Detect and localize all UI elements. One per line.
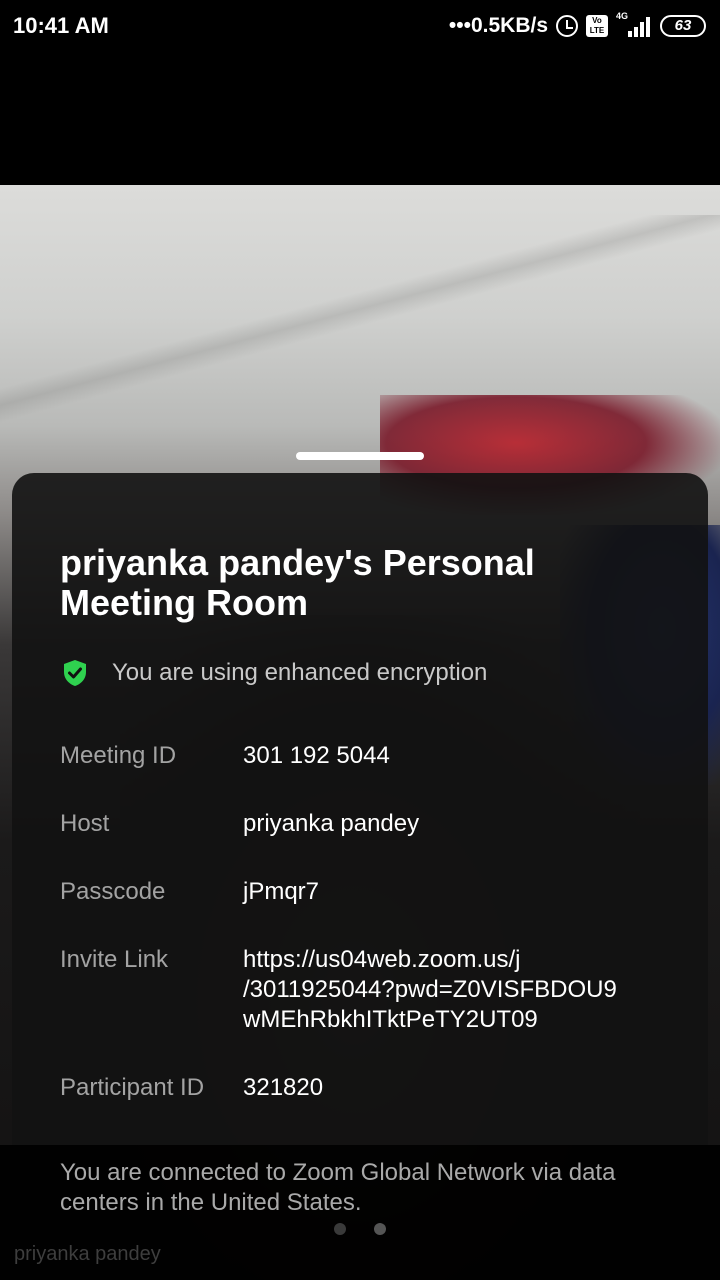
meeting-info-sheet: priyanka pandey's Personal Meeting Room …: [12, 473, 708, 1145]
participant-id-value: 321820: [243, 1074, 324, 1101]
meeting-id-row: Meeting ID 301 192 5044: [60, 741, 390, 771]
passcode-value: jPmqr7: [243, 878, 320, 905]
page-dot-1[interactable]: [334, 1223, 346, 1235]
network-speed: •••0.5KB/s: [448, 14, 548, 37]
host-label: Host: [60, 810, 110, 837]
shield-check-icon: [64, 660, 86, 686]
status-time: 10:41 AM: [13, 13, 109, 38]
alarm-icon: [556, 15, 578, 37]
passcode-label: Passcode: [60, 878, 166, 905]
page-dot-2[interactable]: [374, 1223, 386, 1235]
encryption-text: You are using enhanced encryption: [112, 659, 488, 686]
top-black-area: [0, 52, 720, 185]
status-bar: 10:41 AM •••0.5KB/s Vo LTE 4G 63: [0, 0, 720, 52]
passcode-row: Passcode jPmqr7: [60, 877, 319, 907]
battery-icon: 63: [660, 15, 706, 37]
sheet-drag-handle[interactable]: [296, 452, 424, 460]
status-icons: •••0.5KB/s Vo LTE 4G 63: [448, 11, 706, 40]
invite-link-label: Invite Link: [60, 946, 169, 973]
page-indicator[interactable]: [334, 1223, 386, 1235]
meeting-id-label: Meeting ID: [60, 742, 177, 769]
invite-link-value[interactable]: https://us04web.zoom.us/j /3011925044?pw…: [243, 945, 617, 1035]
signal-4g-icon: 4G: [616, 11, 652, 37]
footer: You are connected to Zoom Global Network…: [0, 1145, 720, 1280]
host-row: Host priyanka pandey: [60, 809, 419, 839]
video-name-label: priyanka pandey: [14, 1243, 161, 1265]
network-info-text: You are connected to Zoom Global Network…: [60, 1159, 616, 1216]
host-value: priyanka pandey: [243, 810, 420, 837]
network-type: 4G: [616, 11, 629, 21]
volte-icon: Vo LTE: [586, 15, 608, 37]
meeting-title: priyanka pandey's Personal Meeting Room: [60, 542, 535, 623]
participant-id-row: Participant ID 321820: [60, 1073, 323, 1103]
participant-id-label: Participant ID: [60, 1074, 205, 1101]
encryption-status: You are using enhanced encryption: [62, 659, 487, 687]
meeting-id-value: 301 192 5044: [243, 742, 390, 769]
invite-link-row: Invite Link https://us04web.zoom.us/j /3…: [60, 945, 617, 1035]
